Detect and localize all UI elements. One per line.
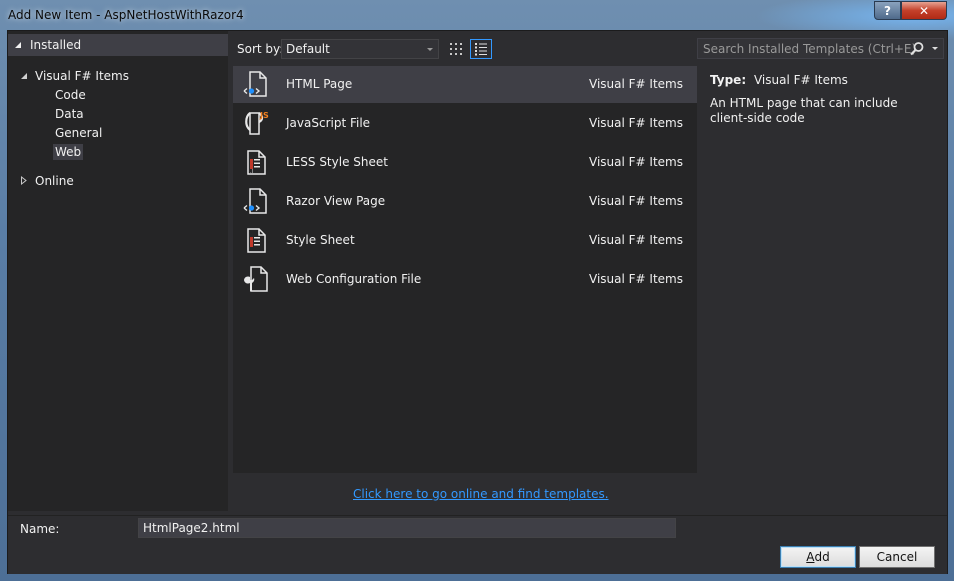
template-category: Visual F# Items — [589, 272, 683, 286]
name-field[interactable] — [138, 518, 676, 538]
template-category: Visual F# Items — [589, 233, 683, 247]
html-page-icon — [241, 69, 271, 99]
type-value: Visual F# Items — [753, 73, 848, 87]
sort-by-label: Sort by: — [237, 42, 284, 56]
template-category: Visual F# Items — [589, 116, 683, 130]
details-view-button[interactable] — [470, 39, 492, 59]
dialog-client-area: Installed Visual F# Items Code Data Gene… — [7, 30, 948, 574]
add-button[interactable]: Add — [780, 546, 856, 568]
template-name: LESS Style Sheet — [286, 155, 388, 169]
tree-node-visual-fsharp-items-label: Visual F# Items — [35, 69, 129, 83]
javascript-file-icon: JS — [241, 108, 271, 138]
tree-node-data[interactable]: Data — [55, 105, 84, 123]
type-key: Type: — [710, 73, 747, 87]
less-stylesheet-icon: .l — [241, 147, 271, 177]
template-type-line: Type: Visual F# Items — [710, 73, 848, 87]
tree-node-general[interactable]: General — [55, 124, 102, 142]
grid-view-icon — [450, 43, 462, 55]
tree-node-installed-label: Installed — [30, 38, 82, 52]
template-list: HTML Page Visual F# Items JS JavaScript … — [233, 66, 697, 473]
tree-node-data-label: Data — [55, 107, 84, 121]
template-category: Visual F# Items — [589, 77, 683, 91]
tree-node-visual-fsharp-items[interactable]: Visual F# Items — [20, 67, 129, 85]
window-title: Add New Item - AspNetHostWithRazor4 — [8, 8, 244, 22]
template-category: Visual F# Items — [589, 155, 683, 169]
template-row-web-configuration-file[interactable]: Web Configuration File Visual F# Items — [233, 261, 697, 298]
svg-text:.l: .l — [250, 169, 253, 175]
name-label: Name: — [20, 522, 60, 536]
sort-by-dropdown[interactable]: Default — [281, 39, 439, 59]
search-icon[interactable] — [909, 41, 925, 57]
template-row-style-sheet[interactable]: Style Sheet Visual F# Items — [233, 222, 697, 259]
template-category: Visual F# Items — [589, 194, 683, 208]
tree-node-web[interactable]: Web — [53, 143, 84, 161]
title-bar[interactable]: Add New Item - AspNetHostWithRazor4 ? ✕ — [0, 0, 954, 30]
razor-view-icon — [241, 186, 271, 216]
window-frame: Add New Item - AspNetHostWithRazor4 ? ✕ … — [0, 0, 954, 581]
tree-node-installed[interactable]: Installed — [8, 34, 228, 56]
web-config-icon — [241, 264, 271, 294]
template-name: JavaScript File — [286, 116, 371, 130]
svg-text:JS: JS — [259, 111, 269, 120]
add-label-rest: dd — [814, 550, 830, 564]
small-icons-view-button[interactable] — [445, 39, 467, 59]
search-options-arrow-icon[interactable] — [932, 47, 938, 50]
search-templates-input[interactable]: Search Installed Templates (Ctrl+E) — [697, 38, 944, 59]
dropdown-arrow-icon — [427, 48, 433, 51]
tree-node-web-label: Web — [53, 144, 84, 160]
category-tree: Installed Visual F# Items Code Data Gene… — [8, 31, 228, 511]
close-button[interactable]: ✕ — [901, 1, 947, 20]
sort-by-value: Default — [286, 42, 330, 56]
expanded-arrow-icon[interactable] — [20, 69, 28, 83]
template-row-javascript-file[interactable]: JS JavaScript File Visual F# Items — [233, 105, 697, 142]
tree-node-online[interactable]: Online — [20, 172, 74, 190]
stylesheet-icon — [241, 225, 271, 255]
search-placeholder: Search Installed Templates (Ctrl+E) — [703, 41, 917, 56]
template-name: Razor View Page — [286, 194, 386, 208]
template-row-html-page[interactable]: HTML Page Visual F# Items — [233, 66, 697, 103]
collapse-arrow-icon[interactable] — [14, 38, 22, 52]
tree-node-code-label: Code — [55, 88, 86, 102]
expand-arrow-icon[interactable] — [20, 174, 28, 188]
template-description: An HTML page that can include client-sid… — [710, 96, 898, 125]
template-name: HTML Page — [286, 77, 353, 91]
template-name: Web Configuration File — [286, 272, 422, 286]
cancel-button[interactable]: Cancel — [859, 546, 935, 568]
find-templates-online-link[interactable]: Click here to go online and find templat… — [353, 487, 609, 501]
tree-node-general-label: General — [55, 126, 103, 140]
add-mnemonic: A — [806, 550, 815, 564]
help-button[interactable]: ? — [874, 1, 901, 20]
list-view-icon — [475, 43, 487, 56]
tree-node-code[interactable]: Code — [55, 86, 86, 104]
template-row-razor-view-page[interactable]: Razor View Page Visual F# Items — [233, 183, 697, 220]
template-description-panel: Type: Visual F# Items An HTML page that … — [702, 66, 942, 473]
template-row-less-stylesheet[interactable]: .l LESS Style Sheet Visual F# Items — [233, 144, 697, 181]
template-name: Style Sheet — [286, 233, 355, 247]
tree-node-online-label: Online — [35, 174, 74, 188]
